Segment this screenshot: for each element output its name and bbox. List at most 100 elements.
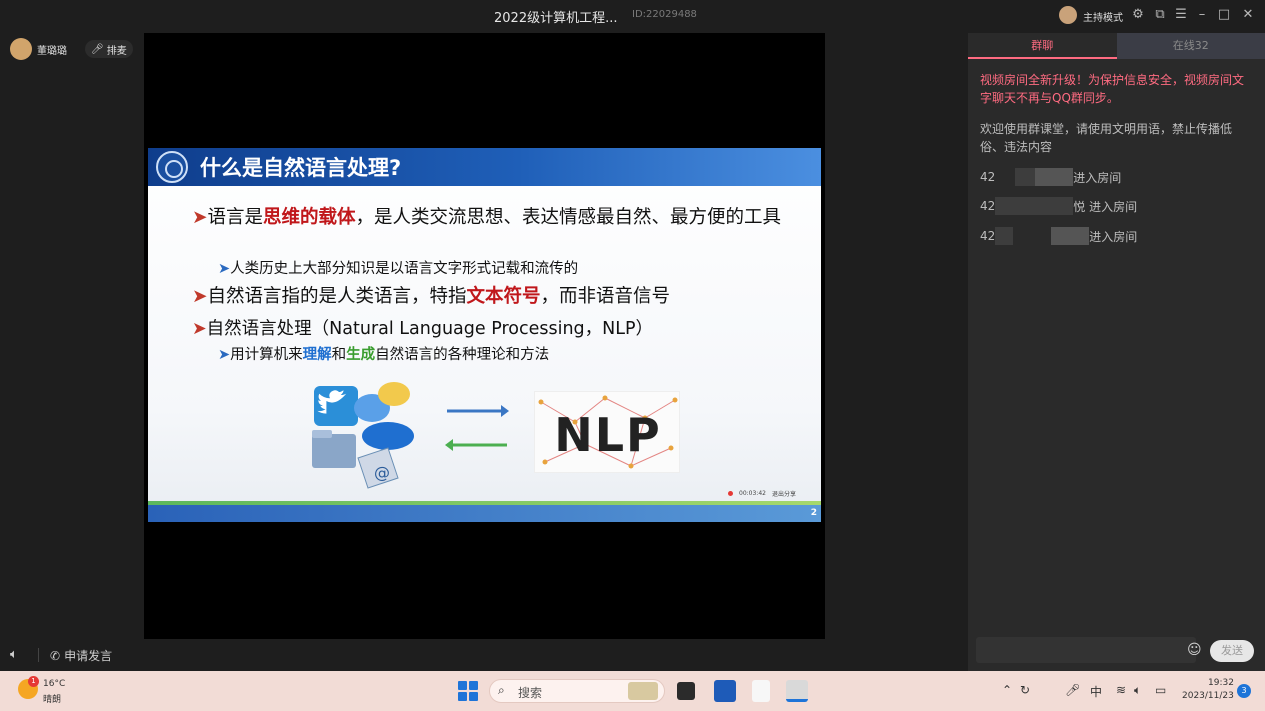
recording-indicator[interactable]: 00:03:42 退出分享: [728, 487, 796, 499]
chat-message-row: 42 进入房间: [980, 227, 1137, 245]
bullet5-highlight-understand: 理解: [302, 347, 332, 363]
chat-join-text: 悦 进入房间: [1073, 199, 1138, 214]
bullet3-highlight: 文本符号: [466, 286, 541, 307]
chevron-up-icon[interactable]: ⌃: [1002, 683, 1012, 697]
search-highlight-image: [628, 682, 658, 700]
bullet1-prefix: 语言是: [207, 207, 264, 228]
host-mode-label[interactable]: 主持模式: [1083, 9, 1123, 24]
search-label: 搜索: [518, 686, 543, 700]
welcome-notice: 欢迎使用群课堂，请使用文明用语，禁止传播低俗、违法内容: [980, 122, 1233, 154]
sync-icon[interactable]: ↻: [1020, 683, 1030, 697]
bullet3-suffix: ，而非语音信号: [540, 286, 671, 307]
bullet-arrow-icon: ➤: [192, 319, 207, 339]
record-time: 00:03:42: [739, 489, 766, 497]
chat-panel: 群聊 在线32 视频房间全新升级！为保护信息安全，视频房间文字聊天不再与QQ群同…: [968, 33, 1265, 671]
apply-speak-button[interactable]: ✆ 申请发言: [50, 647, 112, 664]
communication-icons-illustration: @: [312, 382, 414, 489]
popout-icon[interactable]: ⧉: [1152, 7, 1168, 23]
chat-message-row: 42 悦 进入房间: [980, 197, 1137, 215]
bullet5-suffix: 自然语言的各种理论和方法: [375, 347, 550, 363]
bullet2-text: 人类历史上大部分知识是以语言文字形式记载和流传的: [230, 261, 579, 277]
window-title: 2022级计算机工程...: [494, 11, 618, 26]
qq-app-icon[interactable]: [752, 680, 770, 702]
send-button[interactable]: 发送: [1210, 640, 1254, 662]
sub-bullet-arrow-icon: ➤: [218, 347, 231, 363]
menu-icon[interactable]: ☰: [1173, 7, 1189, 23]
temperature[interactable]: 16°C: [43, 679, 65, 689]
task-view-icon[interactable]: [677, 682, 695, 700]
bullet5-prefix: 用计算机来: [230, 347, 303, 363]
chat-bubble-icon-2: [378, 382, 410, 406]
apply-speak-label: 申请发言: [64, 649, 113, 663]
notification-badge[interactable]: 3: [1237, 684, 1251, 698]
room-id: ID:22029488: [632, 9, 697, 20]
chat-user-prefix: 42: [980, 170, 996, 184]
wifi-icon[interactable]: ≋: [1116, 683, 1126, 697]
chat-message-row: 42 进入房间: [980, 168, 1121, 186]
tab-online[interactable]: 在线32: [1116, 33, 1265, 59]
weather-alert-badge: 1: [28, 676, 39, 687]
slide-bullet-3: ➤自然语言指的是人类语言，特指文本符号，而非语音信号: [192, 282, 670, 308]
arrow-left-icon: [445, 439, 507, 451]
mic-queue-label: 排麦: [106, 45, 127, 57]
weather-condition[interactable]: 晴朗: [43, 692, 61, 705]
bullet1-suffix: ，是人类交流思想、表达情感最自然、最方便的工具: [355, 207, 782, 228]
taskbar-search[interactable]: ⌕ 搜索: [489, 679, 665, 703]
bullet4-text: 自然语言处理（Natural Language Processing，NLP）: [206, 319, 654, 339]
bullet5-highlight-generate: 生成: [346, 347, 376, 363]
folder-icon: [312, 434, 356, 468]
divider: [38, 648, 39, 662]
mic-queue-button[interactable]: 🎤︎ 排麦: [85, 40, 133, 58]
close-icon[interactable]: ✕: [1240, 7, 1256, 23]
search-icon: ⌕: [498, 683, 505, 697]
exit-share-link[interactable]: 退出分享: [772, 489, 796, 498]
slide-footer-bar: [148, 505, 821, 522]
title-bar: 2022级计算机工程... ID:22029488 主持模式 ⚙ ⧉ ☰ – □…: [0, 0, 1265, 32]
volume-icon[interactable]: 🔈︎: [1134, 683, 1141, 698]
shared-slide: 什么是自然语言处理? ➤语言是思维的载体，是人类交流思想、表达情感最自然、最方便…: [148, 148, 821, 522]
emoji-icon[interactable]: ☺: [1187, 642, 1202, 658]
minimize-icon[interactable]: –: [1194, 7, 1210, 23]
svg-text:@: @: [374, 463, 390, 482]
slide-bullet-5: ➤用计算机来理解和生成自然语言的各种理论和方法: [218, 343, 549, 364]
presenter-avatar: [10, 38, 32, 60]
video-stage: 什么是自然语言处理? ➤语言是思维的载体，是人类交流思想、表达情感最自然、最方便…: [144, 33, 825, 639]
redacted-name: [1013, 227, 1052, 245]
chat-input[interactable]: [976, 637, 1196, 663]
redacted-name: [995, 227, 1014, 245]
arrow-right-icon: [447, 405, 509, 417]
speaker-icon[interactable]: 🔈︎: [10, 647, 18, 662]
presenter-badge[interactable]: 董璐璐: [10, 38, 67, 60]
cloud-icon: [362, 422, 414, 450]
host-avatar[interactable]: [1059, 6, 1077, 24]
gear-icon[interactable]: ⚙: [1130, 7, 1146, 23]
maximize-icon[interactable]: □: [1216, 7, 1232, 23]
redacted-name: [1035, 168, 1074, 186]
record-dot-icon: [728, 490, 733, 496]
tab-group-chat[interactable]: 群聊: [968, 33, 1117, 59]
chat-user-prefix: 42: [980, 229, 996, 243]
store-app-icon[interactable]: [714, 680, 736, 702]
start-button[interactable]: [458, 681, 478, 701]
redacted-name: [1015, 168, 1036, 186]
bullet3-prefix: 自然语言指的是人类语言，特指: [207, 286, 467, 307]
mic-tray-icon[interactable]: 🎤︎: [1065, 683, 1080, 697]
chat-tabs: 群聊 在线32: [968, 33, 1265, 59]
battery-icon[interactable]: ▭: [1155, 683, 1166, 697]
classroom-app-icon[interactable]: [786, 680, 808, 702]
windows-taskbar: 1 16°C 晴朗 ⌕ 搜索 ⌃ ↻ 🎤︎ 中 ≋ 🔈︎ ▭ 19:32 202…: [0, 671, 1265, 711]
bullet1-highlight: 思维的载体: [263, 207, 356, 228]
bullet5-mid: 和: [331, 347, 347, 363]
ime-indicator[interactable]: 中: [1090, 683, 1102, 700]
sub-bullet-arrow-icon: ➤: [218, 261, 231, 277]
redacted-name: [995, 197, 1074, 215]
redacted-name: [1051, 227, 1090, 245]
clock-date[interactable]: 2023/11/23: [1182, 691, 1234, 701]
nlp-label: NLP: [554, 408, 662, 462]
upgrade-notice: 视频房间全新升级！为保护信息安全，视频房间文字聊天不再与QQ群同步。: [980, 73, 1245, 105]
presenter-name: 董璐璐: [37, 45, 67, 57]
clock-time[interactable]: 19:32: [1208, 678, 1234, 688]
bullet-arrow-icon: ➤: [192, 207, 208, 228]
chat-join-text: 进入房间: [1073, 170, 1122, 185]
chat-join-text: 进入房间: [1089, 229, 1138, 244]
